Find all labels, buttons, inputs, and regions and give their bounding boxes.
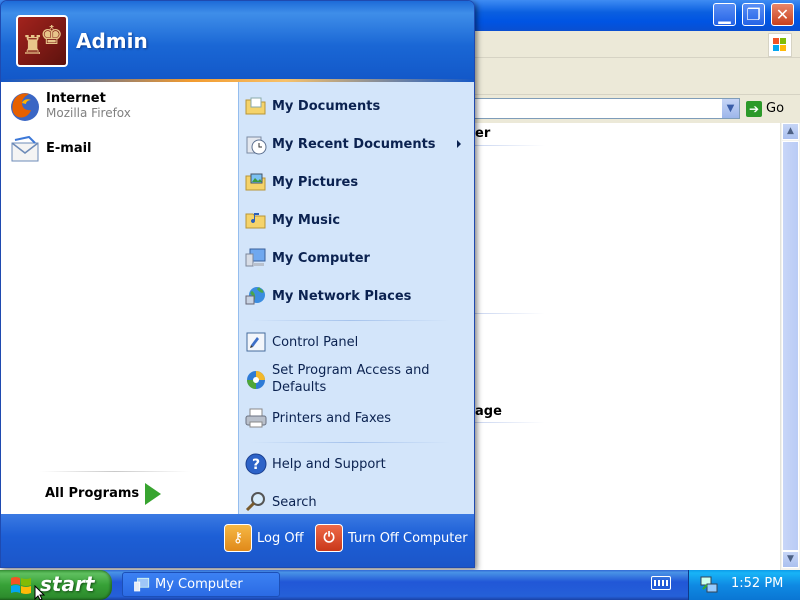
place-my-network-places[interactable]: My Network Places (244, 284, 411, 308)
submenu-arrow-icon (457, 140, 461, 148)
search-icon (244, 490, 268, 514)
system-printers-faxes[interactable]: Printers and Faxes (244, 406, 391, 430)
keyboard-icon[interactable] (651, 576, 671, 590)
group-divider (475, 313, 545, 314)
email-icon (9, 134, 41, 166)
system-label: Printers and Faxes (272, 410, 392, 426)
chevron-down-icon: ▼ (726, 103, 735, 114)
maximize-button[interactable]: ❐ (742, 3, 765, 26)
help-icon: ? (244, 452, 268, 476)
all-programs-label[interactable]: All Programs (45, 486, 139, 501)
turn-off-label: Turn Off Computer (348, 530, 468, 546)
search[interactable]: Search (244, 490, 317, 514)
start-button[interactable]: start (0, 570, 112, 600)
go-label: Go (766, 101, 785, 116)
place-my-documents[interactable]: My Documents (244, 94, 380, 118)
place-label: My Computer (272, 250, 370, 266)
log-off-button[interactable]: ⚷ Log Off (224, 524, 304, 552)
group-divider (475, 422, 545, 423)
user-avatar[interactable]: ♜ ♚ (16, 15, 68, 67)
place-label: My Recent Documents (272, 136, 436, 152)
place-my-music[interactable]: My Music (244, 208, 340, 232)
system-tray: 1:52 PM (688, 570, 800, 600)
chess-piece-icon: ♚ (40, 21, 64, 51)
start-label: start (40, 572, 95, 596)
turn-off-button[interactable]: ⏻ Turn Off Computer (315, 524, 468, 552)
minimize-icon: ▁ (718, 5, 731, 24)
power-icon: ⏻ (315, 524, 343, 552)
address-input[interactable]: ▼ (470, 98, 740, 119)
pinned-item-sublabel: Mozilla Firefox (46, 106, 131, 120)
place-my-pictures[interactable]: My Pictures (244, 170, 358, 194)
pinned-item-internet[interactable]: Internet Mozilla Firefox (9, 91, 131, 123)
key-icon: ⚷ (224, 524, 252, 552)
close-icon: ✕ (775, 5, 790, 24)
network-places-icon (244, 284, 268, 308)
place-my-computer[interactable]: My Computer (244, 246, 370, 270)
recent-documents-icon (244, 132, 268, 156)
close-button[interactable]: ✕ (771, 3, 794, 26)
help-label: Help and Support (272, 456, 386, 472)
documents-folder-icon (244, 94, 268, 118)
windows-logo-icon (9, 575, 33, 599)
music-folder-icon (244, 208, 268, 232)
place-label: My Network Places (272, 288, 412, 304)
system-control-panel[interactable]: Control Panel (244, 330, 358, 354)
system-label: Set Program Access and Defaults (272, 363, 430, 395)
place-label: My Documents (272, 98, 381, 114)
user-name: Admin (76, 29, 148, 53)
taskbar-button-my-computer[interactable]: My Computer (122, 572, 280, 597)
help-and-support[interactable]: ? Help and Support (244, 452, 386, 476)
restore-icon: ❐ (746, 5, 761, 24)
mouse-cursor-icon (34, 584, 46, 600)
go-button[interactable]: ➔ Go (746, 98, 784, 119)
scroll-down-button[interactable]: ▼ (782, 551, 799, 568)
place-my-recent-documents[interactable]: My Recent Documents (244, 132, 436, 156)
vertical-scrollbar[interactable]: ▲ ▼ (780, 123, 800, 570)
network-tray-icon[interactable] (699, 575, 719, 599)
system-label: Control Panel (272, 334, 359, 350)
scroll-thumb[interactable] (782, 141, 799, 551)
scroll-up-button[interactable]: ▲ (782, 123, 799, 140)
computer-icon (133, 576, 151, 598)
start-menu-header: ♜ ♚ Admin (1, 1, 474, 82)
system-set-program-access[interactable]: Set Program Access and Defaults (244, 362, 442, 396)
computer-icon (244, 246, 268, 270)
taskbar: start My Computer 1:52 PM (0, 570, 800, 600)
group-divider (475, 145, 545, 146)
svg-text:?: ? (252, 457, 260, 473)
firefox-icon (9, 91, 41, 123)
printer-icon (244, 406, 268, 430)
divider (250, 320, 450, 321)
place-label: My Music (272, 212, 341, 228)
pinned-item-label: E-mail (46, 141, 92, 156)
address-dropdown-button[interactable]: ▼ (722, 99, 739, 118)
minimize-button[interactable]: ▁ (713, 3, 736, 26)
log-off-label: Log Off (257, 530, 304, 546)
clock[interactable]: 1:52 PM (731, 576, 783, 591)
divider (40, 471, 190, 472)
pictures-folder-icon (244, 170, 268, 194)
all-programs-arrow-icon[interactable] (145, 483, 161, 505)
program-access-icon (244, 368, 268, 392)
pinned-item-label: Internet (46, 91, 106, 106)
control-panel-icon (244, 330, 268, 354)
windows-flag-icon (768, 33, 792, 57)
taskbar-button-label: My Computer (155, 577, 243, 592)
search-label: Search (272, 494, 317, 510)
go-arrow-icon: ➔ (746, 100, 762, 117)
place-label: My Pictures (272, 174, 359, 190)
pinned-item-email[interactable]: E-mail (9, 134, 92, 166)
divider (250, 442, 450, 443)
